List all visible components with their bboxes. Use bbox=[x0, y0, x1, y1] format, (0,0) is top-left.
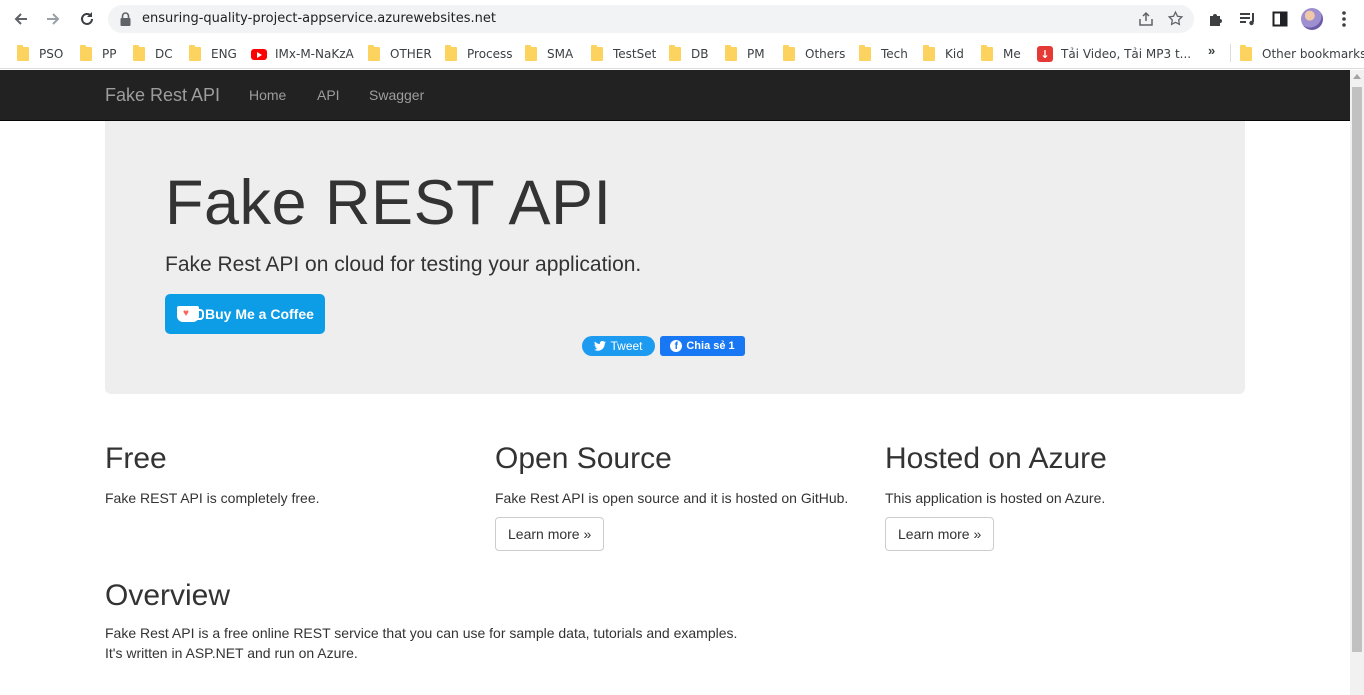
feature-text: Fake REST API is completely free. bbox=[105, 490, 320, 506]
playlist-icon bbox=[1240, 13, 1254, 26]
feature-title: Open Source bbox=[495, 442, 672, 475]
bookmarks-overflow-button[interactable]: » bbox=[1208, 43, 1215, 58]
folder-icon bbox=[80, 45, 92, 61]
scroll-up-arrow-icon[interactable] bbox=[1353, 74, 1361, 79]
share-icon[interactable] bbox=[1138, 11, 1154, 27]
feature-free: Free Fake REST API is completely free. bbox=[105, 442, 475, 506]
scrollbar-thumb[interactable] bbox=[1352, 87, 1362, 652]
bookmark-testset[interactable]: TestSet bbox=[591, 44, 656, 64]
folder-icon bbox=[591, 45, 603, 61]
overview-line-2: It's written in ASP.NET and run on Azure… bbox=[105, 645, 358, 661]
folder-icon bbox=[17, 45, 29, 61]
folder-icon bbox=[859, 45, 871, 61]
bookmarks-divider bbox=[1230, 44, 1231, 62]
other-bookmarks[interactable]: Other bookmarks bbox=[1240, 44, 1364, 64]
menu-button[interactable] bbox=[1334, 9, 1354, 29]
bookmark-youtube[interactable]: IMx-M-NaKzA bbox=[251, 44, 354, 64]
buy-me-coffee-button[interactable]: ♥ Buy Me a Coffee bbox=[165, 294, 325, 334]
bookmark-db[interactable]: DB bbox=[669, 44, 708, 64]
twitter-bird-icon bbox=[594, 341, 607, 351]
profile-avatar[interactable] bbox=[1301, 8, 1323, 30]
bookmark-dc[interactable]: DC bbox=[133, 44, 173, 64]
bookmark-eng[interactable]: ENG bbox=[189, 44, 237, 64]
arrow-left-icon bbox=[14, 13, 27, 25]
bookmark-pm[interactable]: PM bbox=[725, 44, 765, 64]
learn-more-github-button[interactable]: Learn more » bbox=[495, 517, 605, 551]
overview-line-1: Fake Rest API is a free online REST serv… bbox=[105, 625, 738, 641]
arrow-right-icon bbox=[47, 13, 60, 25]
feature-title: Hosted on Azure bbox=[885, 442, 1107, 475]
bookmark-tech[interactable]: Tech bbox=[859, 44, 908, 64]
media-button[interactable] bbox=[1238, 9, 1258, 29]
folder-icon bbox=[189, 45, 201, 61]
overview-section: Overview Fake Rest API is a free online … bbox=[105, 579, 737, 663]
side-panel-icon bbox=[1272, 11, 1288, 27]
page-viewport: Fake Rest API Home API Swagger Fake REST… bbox=[0, 70, 1350, 695]
site-navbar: Fake Rest API Home API Swagger bbox=[0, 70, 1350, 121]
feature-hosted-azure: Hosted on Azure This application is host… bbox=[885, 442, 1255, 506]
feature-title: Free bbox=[105, 442, 167, 475]
hero-title: Fake REST API bbox=[165, 168, 612, 238]
folder-icon bbox=[525, 45, 537, 61]
vertical-scrollbar[interactable] bbox=[1350, 70, 1364, 695]
bookmark-me[interactable]: Me bbox=[981, 44, 1021, 64]
address-bar[interactable]: ensuring-quality-project-appservice.azur… bbox=[108, 5, 1194, 33]
bookmark-sma[interactable]: SMA bbox=[525, 44, 573, 64]
folder-icon bbox=[923, 45, 935, 61]
url-text[interactable]: ensuring-quality-project-appservice.azur… bbox=[142, 11, 496, 26]
bookmark-pso[interactable]: PSO bbox=[17, 44, 63, 64]
feature-text: This application is hosted on Azure. bbox=[885, 490, 1106, 506]
forward-button[interactable] bbox=[40, 6, 66, 32]
nav-link-home[interactable]: Home bbox=[249, 87, 286, 103]
facebook-share-button[interactable]: f Chia sẻ 1 bbox=[660, 336, 745, 356]
download-icon: ↓ bbox=[1037, 46, 1053, 62]
folder-icon bbox=[445, 45, 457, 61]
nav-link-api[interactable]: API bbox=[317, 87, 340, 103]
reload-icon bbox=[81, 12, 93, 25]
nav-link-swagger[interactable]: Swagger bbox=[369, 87, 424, 103]
folder-icon bbox=[783, 45, 795, 61]
browser-toolbar: ensuring-quality-project-appservice.azur… bbox=[0, 0, 1364, 38]
bookmark-other[interactable]: OTHER bbox=[368, 44, 432, 64]
navbar-brand[interactable]: Fake Rest API bbox=[105, 85, 220, 106]
folder-icon bbox=[981, 45, 993, 61]
extensions-button[interactable] bbox=[1206, 9, 1226, 29]
youtube-icon bbox=[251, 48, 267, 60]
folder-icon bbox=[133, 45, 145, 61]
folder-icon bbox=[1240, 45, 1252, 61]
facebook-icon: f bbox=[670, 340, 683, 352]
learn-more-azure-button[interactable]: Learn more » bbox=[885, 517, 995, 551]
hero-lead: Fake Rest API on cloud for testing your … bbox=[165, 253, 642, 276]
bookmarks-bar: PSO PP DC ENG IMx-M-NaKzA OTHER Process … bbox=[0, 38, 1364, 69]
bookmark-others[interactable]: Others bbox=[783, 44, 845, 64]
bookmark-pp[interactable]: PP bbox=[80, 44, 116, 64]
lock-icon bbox=[120, 12, 131, 26]
bookmark-download[interactable]: ↓ Tải Video, Tải MP3 t... bbox=[1037, 44, 1191, 64]
overview-title: Overview bbox=[105, 579, 231, 612]
folder-icon bbox=[669, 45, 681, 61]
star-icon[interactable] bbox=[1167, 10, 1184, 27]
feature-open-source: Open Source Fake Rest API is open source… bbox=[495, 442, 865, 506]
bookmark-kid[interactable]: Kid bbox=[923, 44, 964, 64]
bookmark-process[interactable]: Process bbox=[445, 44, 513, 64]
folder-icon bbox=[368, 45, 380, 61]
folder-icon bbox=[725, 45, 737, 61]
reload-button[interactable] bbox=[74, 6, 100, 32]
tweet-button[interactable]: Tweet bbox=[582, 336, 655, 356]
back-button[interactable] bbox=[8, 6, 34, 32]
hero-jumbotron: Fake REST API Fake Rest API on cloud for… bbox=[105, 121, 1245, 394]
puzzle-icon bbox=[1210, 14, 1222, 26]
side-panel-button[interactable] bbox=[1270, 9, 1290, 29]
feature-text: Fake Rest API is open source and it is h… bbox=[495, 490, 849, 506]
kebab-menu-icon bbox=[1342, 11, 1346, 27]
coffee-cup-icon: ♥ bbox=[177, 306, 204, 322]
